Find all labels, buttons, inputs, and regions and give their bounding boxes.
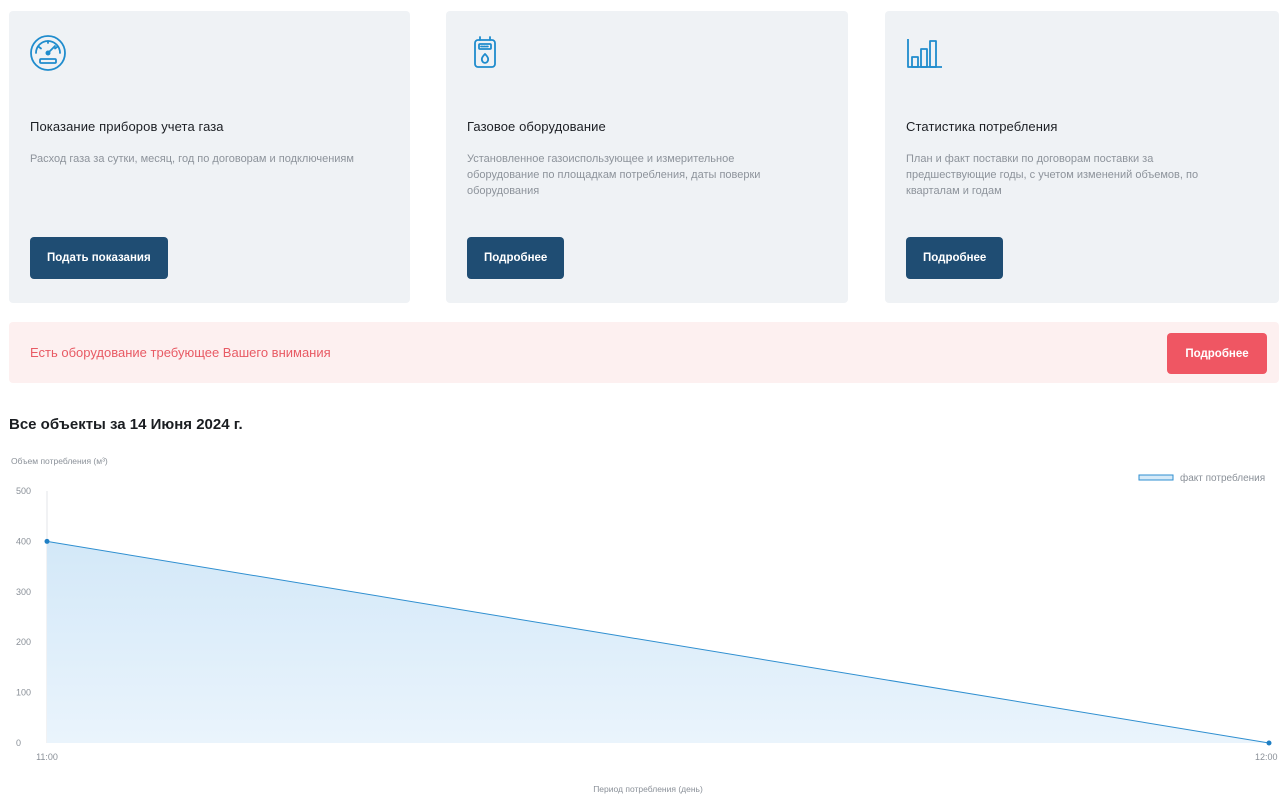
data-point[interactable] [1266,740,1272,746]
y-tick-label: 300 [16,587,31,597]
alert-details-button[interactable]: Подробнее [1167,333,1267,374]
gas-equipment-icon [465,33,505,73]
y-tick-label: 200 [16,637,31,647]
y-tick-label: 500 [16,486,31,496]
legend-swatch [1138,474,1174,481]
card-description: Установленное газоиспользующее и измерит… [467,153,761,197]
y-tick-label: 0 [16,738,21,748]
legend-label: факт потребления [1180,472,1265,484]
card-description: План и факт поставки по договорам постав… [906,153,1199,197]
data-point[interactable] [44,538,50,544]
equipment-attention-alert: Есть оборудование требующее Вашего внима… [9,322,1279,383]
card-consumption-statistics: Статистика потребления План и факт поста… [885,11,1279,303]
card-title: Показание приборов учета газа [30,119,224,134]
card-meter-readings: Показание приборов учета газа Расход газ… [9,11,410,303]
gas-meter-gauge-icon [28,33,68,73]
submit-readings-button[interactable]: Подать показания [30,237,168,279]
statistics-details-button[interactable]: Подробнее [906,237,1004,279]
y-axis-label: Объем потребления (м³) [11,456,108,466]
bar-chart-icon [904,33,944,73]
card-title: Газовое оборудование [467,119,606,134]
card-gas-equipment: Газовое оборудование Установленное газои… [446,11,848,303]
y-tick-label: 100 [16,688,31,698]
card-description: Расход газа за сутки, месяц, год по дого… [30,153,354,165]
section-title: Все объекты за 14 Июня 2024 г. [9,416,243,433]
consumption-chart: Объем потребления (м³) факт потребления … [11,456,1278,794]
x-tick-label: 11:00 [36,752,58,762]
alert-message: Есть оборудование требующее Вашего внима… [30,345,331,360]
card-title: Статистика потребления [906,119,1058,134]
x-axis-label: Период потребления (день) [593,784,703,794]
equipment-details-button[interactable]: Подробнее [467,237,565,279]
x-tick-label: 12:00 [1255,752,1278,762]
chart-legend[interactable]: факт потребления [1138,472,1265,484]
y-tick-label: 400 [16,536,31,546]
